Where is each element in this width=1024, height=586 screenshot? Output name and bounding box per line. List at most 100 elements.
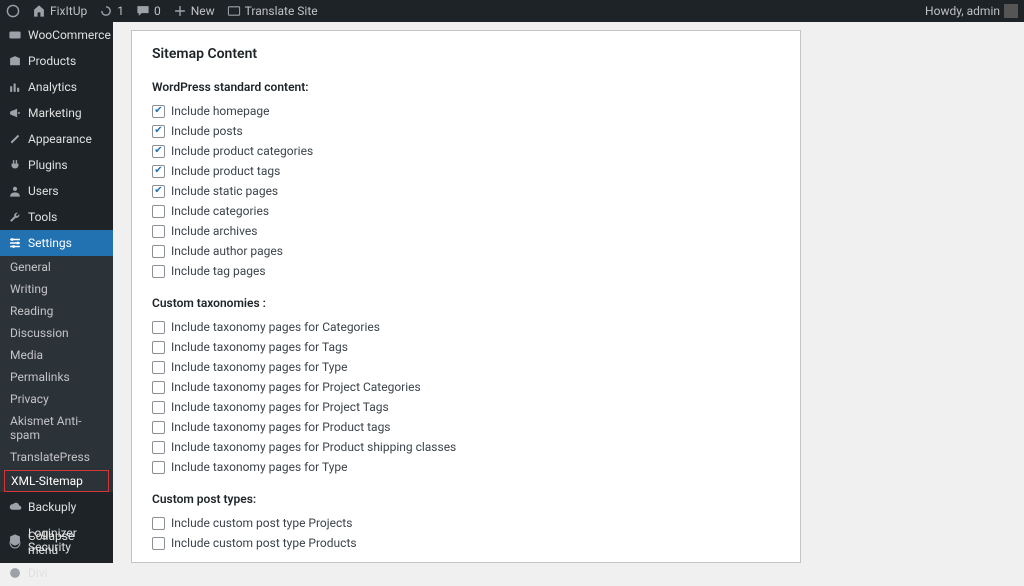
- checkbox[interactable]: [152, 205, 165, 218]
- howdy-user[interactable]: Howdy, admin: [925, 4, 1018, 18]
- user-icon: [8, 184, 22, 198]
- tax-row: Include taxonomy pages for Type: [152, 360, 780, 374]
- tax-row: Include taxonomy pages for Type: [152, 460, 780, 474]
- sidebar-item-marketing[interactable]: Marketing: [0, 100, 113, 126]
- sidebar-item-users[interactable]: Users: [0, 178, 113, 204]
- sidebar-item-label: Users: [28, 184, 59, 198]
- standard-row: Include archives: [152, 224, 780, 238]
- sidebar-item-label: Backuply: [28, 500, 76, 514]
- checkbox[interactable]: [152, 321, 165, 334]
- updates[interactable]: 1: [99, 4, 124, 18]
- checkbox-label: Include tag pages: [171, 264, 266, 278]
- tax-label: Custom taxonomies :: [152, 296, 780, 310]
- checkbox[interactable]: [152, 421, 165, 434]
- avatar: [1004, 4, 1018, 18]
- panel-title: Sitemap Content: [152, 46, 780, 62]
- checkbox-label: Include custom post type Projects: [171, 516, 352, 530]
- wp-logo[interactable]: [6, 4, 20, 18]
- standard-row: Include tag pages: [152, 264, 780, 278]
- tax-row: Include taxonomy pages for Tags: [152, 340, 780, 354]
- sidebar-item-label: Plugins: [28, 158, 68, 172]
- checkbox[interactable]: [152, 185, 165, 198]
- sitemap-content-panel: Sitemap Content WordPress standard conte…: [131, 30, 801, 563]
- collapse-menu[interactable]: Collapse menu: [0, 523, 113, 563]
- standard-label: WordPress standard content:: [152, 80, 780, 94]
- collapse-icon: [8, 536, 22, 550]
- tax-row: Include taxonomy pages for Product shipp…: [152, 440, 780, 454]
- submenu-item-discussion[interactable]: Discussion: [0, 322, 113, 344]
- chart-icon: [8, 80, 22, 94]
- submenu-item-media[interactable]: Media: [0, 344, 113, 366]
- sidebar-item-label: Appearance: [28, 132, 92, 146]
- brush-icon: [8, 132, 22, 146]
- checkbox[interactable]: [152, 145, 165, 158]
- sidebar-item-tools[interactable]: Tools: [0, 204, 113, 230]
- checkbox-label: Include taxonomy pages for Project Categ…: [171, 380, 421, 394]
- checkbox[interactable]: [152, 401, 165, 414]
- tax-row: Include taxonomy pages for Product tags: [152, 420, 780, 434]
- submenu-item-akismet-anti-spam[interactable]: Akismet Anti-spam: [0, 410, 113, 446]
- sidebar-item-backuply[interactable]: Backuply: [0, 494, 113, 520]
- tax-row: Include taxonomy pages for Categories: [152, 320, 780, 334]
- comments[interactable]: 0: [136, 4, 161, 18]
- new-content[interactable]: New: [173, 4, 215, 18]
- standard-row: Include homepage: [152, 104, 780, 118]
- site-name[interactable]: FixItUp: [32, 4, 87, 18]
- checkbox[interactable]: [152, 105, 165, 118]
- submenu-item-privacy[interactable]: Privacy: [0, 388, 113, 410]
- box-icon: [8, 54, 22, 68]
- standard-row: Include product categories: [152, 144, 780, 158]
- checkbox[interactable]: [152, 537, 165, 550]
- standard-row: Include categories: [152, 204, 780, 218]
- checkbox-label: Include taxonomy pages for Type: [171, 460, 347, 474]
- cpt-row: Include custom post type Projects: [152, 516, 780, 530]
- plug-icon: [8, 158, 22, 172]
- woo-icon: [8, 28, 22, 42]
- checkbox[interactable]: [152, 441, 165, 454]
- submenu-item-permalinks[interactable]: Permalinks: [0, 366, 113, 388]
- checkbox[interactable]: [152, 265, 165, 278]
- cpt-row: Include custom post type Products: [152, 536, 780, 550]
- checkbox[interactable]: [152, 361, 165, 374]
- standard-row: Include product tags: [152, 164, 780, 178]
- sidebar-item-settings[interactable]: Settings: [0, 230, 113, 256]
- megaphone-icon: [8, 106, 22, 120]
- sidebar-item-products[interactable]: Products: [0, 48, 113, 74]
- cloud-icon: [8, 500, 22, 514]
- sidebar-item-appearance[interactable]: Appearance: [0, 126, 113, 152]
- sidebar-item-plugins[interactable]: Plugins: [0, 152, 113, 178]
- checkbox-label: Include taxonomy pages for Product shipp…: [171, 440, 456, 454]
- sidebar-item-analytics[interactable]: Analytics: [0, 74, 113, 100]
- submenu-item-writing[interactable]: Writing: [0, 278, 113, 300]
- checkbox[interactable]: [152, 517, 165, 530]
- sliders-icon: [8, 236, 22, 250]
- admin-bar: FixItUp 1 0 New Translate Site Howdy, ad…: [0, 0, 1024, 22]
- checkbox-label: Include product categories: [171, 144, 313, 158]
- checkbox[interactable]: [152, 341, 165, 354]
- tax-row: Include taxonomy pages for Project Categ…: [152, 380, 780, 394]
- submenu-item-reading[interactable]: Reading: [0, 300, 113, 322]
- checkbox[interactable]: [152, 461, 165, 474]
- wrench-icon: [8, 210, 22, 224]
- checkbox[interactable]: [152, 381, 165, 394]
- submenu-item-general[interactable]: General: [0, 256, 113, 278]
- translate-site[interactable]: Translate Site: [227, 4, 318, 18]
- checkbox[interactable]: [152, 245, 165, 258]
- submenu-item-translatepress[interactable]: TranslatePress: [0, 446, 113, 468]
- sidebar-item-divi[interactable]: Divi: [0, 560, 113, 586]
- checkbox-label: Include product tags: [171, 164, 280, 178]
- standard-row: Include posts: [152, 124, 780, 138]
- collapse-label: Collapse menu: [28, 529, 105, 557]
- sidebar-item-label: Tools: [28, 210, 57, 224]
- checkbox[interactable]: [152, 225, 165, 238]
- checkbox-label: Include author pages: [171, 244, 283, 258]
- sidebar-item-label: Marketing: [28, 106, 82, 120]
- checkbox-label: Include taxonomy pages for Project Tags: [171, 400, 389, 414]
- checkbox[interactable]: [152, 125, 165, 138]
- sidebar-item-woocommerce[interactable]: WooCommerce: [0, 22, 113, 48]
- checkbox-label: Include archives: [171, 224, 257, 238]
- checkbox-label: Include posts: [171, 124, 243, 138]
- cpt-label: Custom post types:: [152, 492, 780, 506]
- submenu-item-xml-sitemap[interactable]: XML-Sitemap: [4, 470, 109, 492]
- checkbox[interactable]: [152, 165, 165, 178]
